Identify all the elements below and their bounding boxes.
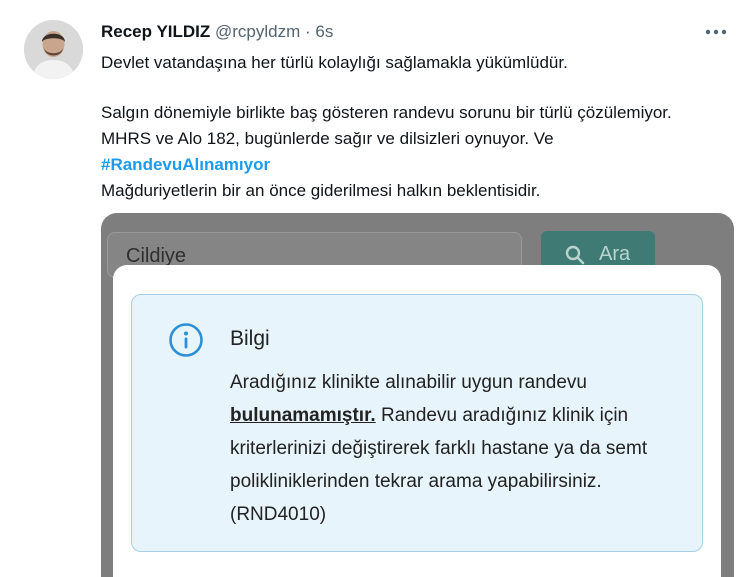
attached-screenshot[interactable]: Cildiye Ara Bilgi Aradığınız klinikte al…: [101, 213, 734, 577]
alert-message-strong: bulunamamıştır.: [230, 405, 376, 426]
info-modal: Bilgi Aradığınız klinikte alınabilir uyg…: [113, 265, 721, 577]
info-icon: [168, 322, 204, 363]
separator: ·: [305, 22, 311, 41]
tweet-text: Devlet vatandaşına her türlü kolaylığı s…: [101, 50, 731, 204]
tweet-text-line: Mağduriyetlerin bir an önce giderilmesi …: [101, 181, 541, 200]
tweet-time[interactable]: 6s: [315, 22, 333, 41]
more-options-icon[interactable]: [704, 22, 728, 42]
search-button-label: Ara: [599, 243, 631, 265]
alert-title: Bilgi: [230, 327, 270, 350]
tweet-text-line: Salgın dönemiyle birlikte baş gösteren r…: [101, 103, 672, 122]
author-handle[interactable]: @rcpyldzm: [215, 22, 300, 41]
alert-message: Aradığınız klinikte alınabilir uygun ran…: [230, 366, 690, 531]
tweet-text-line: MHRS ve Alo 182, bugünlerde sağır ve dil…: [101, 129, 554, 148]
search-icon: [565, 245, 585, 265]
tweet-header: Recep YILDIZ @rcpyldzm · 6s: [101, 22, 333, 42]
tweet-text-line: Devlet vatandaşına her türlü kolaylığı s…: [101, 53, 568, 72]
tweet: Recep YILDIZ @rcpyldzm · 6s Devlet vatan…: [0, 0, 750, 577]
avatar[interactable]: [24, 20, 83, 79]
author-name[interactable]: Recep YILDIZ: [101, 22, 210, 41]
info-alert: Bilgi Aradığınız klinikte alınabilir uyg…: [131, 294, 703, 552]
hashtag-link[interactable]: #RandevuAlınamıyor: [101, 155, 270, 174]
alert-message-start: Aradığınız klinikte alınabilir uygun ran…: [230, 372, 587, 393]
